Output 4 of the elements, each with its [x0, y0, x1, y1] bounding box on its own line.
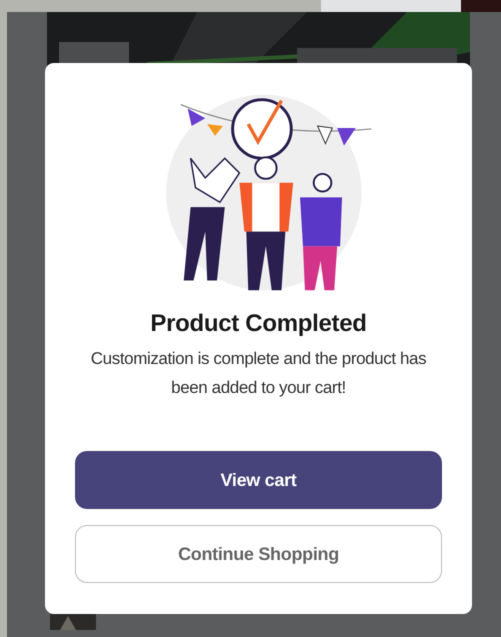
continue-shopping-button[interactable]: Continue Shopping: [75, 525, 442, 583]
dialog-title: Product Completed: [150, 310, 367, 338]
dialog-message: Customization is complete and the product has been added to your cart!: [90, 348, 428, 399]
view-cart-button[interactable]: View cart: [75, 451, 442, 509]
